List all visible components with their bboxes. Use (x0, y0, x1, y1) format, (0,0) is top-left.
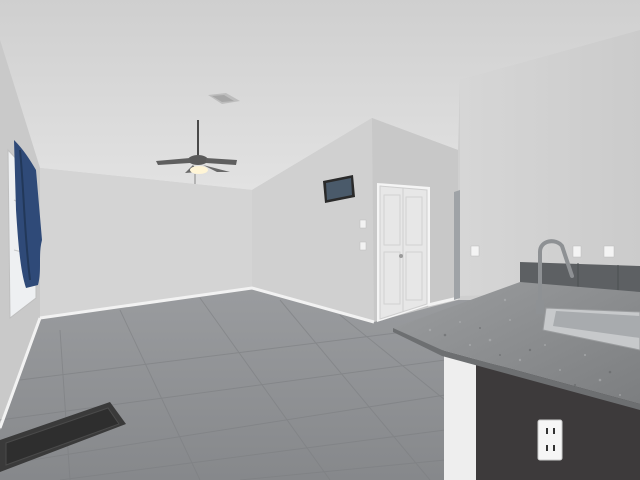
door-knob (399, 254, 403, 258)
fan-light (190, 166, 208, 174)
electrical-outlet (572, 245, 582, 258)
room-illustration (0, 0, 640, 480)
electrical-outlet (603, 245, 615, 258)
light-switch (359, 241, 367, 251)
interior-door (377, 183, 430, 322)
island-end-panel (444, 348, 476, 480)
electrical-outlet (470, 245, 480, 257)
room-photo (0, 0, 640, 480)
electrical-outlet (537, 419, 563, 461)
light-switch (359, 219, 367, 229)
hallway-opening (454, 190, 460, 300)
